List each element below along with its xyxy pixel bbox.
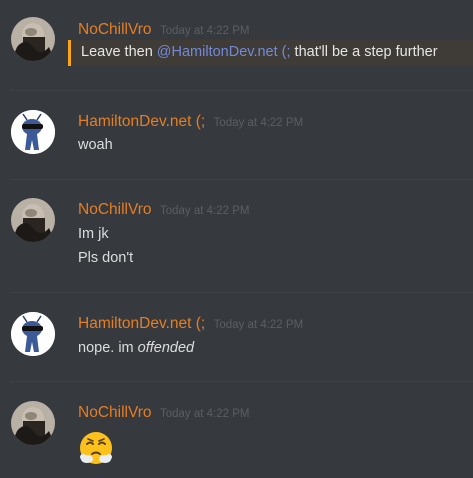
hamiltondev-avatar-image: [11, 312, 55, 356]
timestamp: Today at 4:22 PM: [159, 205, 250, 217]
message-text-before: Leave then: [81, 44, 157, 60]
message-text-plain: nope. im: [78, 340, 138, 356]
timestamp: Today at 4:22 PM: [213, 319, 304, 331]
chat-messages: NoChillVro Today at 4:22 PM Leave then @…: [0, 0, 473, 478]
mention-highlight: Leave then @HamiltonDev.net (; that'll b…: [68, 40, 473, 66]
message-text-italic: offended: [137, 340, 195, 356]
timestamp: Today at 4:22 PM: [213, 117, 304, 129]
face-with-steam-from-nose-emoji[interactable]: [78, 430, 114, 466]
avatar[interactable]: [11, 17, 55, 61]
message-text: Leave then @HamiltonDev.net (; that'll b…: [81, 44, 438, 60]
timestamp: Today at 4:22 PM: [159, 25, 250, 37]
message-text: Im jk: [78, 226, 109, 242]
nochillvro-avatar-image: [11, 17, 55, 61]
username[interactable]: NoChillVro: [78, 201, 152, 218]
nochillvro-avatar-image: [11, 401, 55, 445]
message-group: HamiltonDev.net (; Today at 4:22 PM woah: [0, 91, 473, 179]
message-text-after: that'll be a step further: [290, 44, 438, 60]
message-header: HamiltonDev.net (; Today at 4:22 PM: [78, 315, 303, 335]
message-group: NoChillVro Today at 4:22 PM: [0, 382, 473, 478]
message-text: woah: [78, 137, 113, 153]
message-header: HamiltonDev.net (; Today at 4:22 PM: [78, 113, 303, 133]
avatar[interactable]: [11, 312, 55, 356]
emoji-icon: [80, 432, 112, 464]
hamiltondev-avatar-image: [11, 110, 55, 154]
user-mention[interactable]: @HamiltonDev.net (;: [157, 44, 291, 60]
nochillvro-avatar-image: [11, 198, 55, 242]
username[interactable]: NoChillVro: [78, 21, 152, 38]
message-group: NoChillVro Today at 4:22 PM Leave then @…: [0, 0, 473, 90]
username[interactable]: HamiltonDev.net (;: [78, 315, 205, 332]
message-group: NoChillVro Today at 4:22 PM Im jk Pls do…: [0, 180, 473, 292]
message-header: NoChillVro Today at 4:22 PM: [78, 201, 249, 221]
message-header: NoChillVro Today at 4:22 PM: [78, 404, 249, 424]
avatar[interactable]: [11, 401, 55, 445]
avatar[interactable]: [11, 198, 55, 242]
message-text: nope. im offended: [78, 340, 194, 356]
avatar[interactable]: [11, 110, 55, 154]
message-text: Pls don't: [78, 250, 134, 266]
message-group: HamiltonDev.net (; Today at 4:22 PM nope…: [0, 293, 473, 381]
username[interactable]: HamiltonDev.net (;: [78, 113, 205, 130]
message-header: NoChillVro Today at 4:22 PM: [78, 21, 249, 41]
username[interactable]: NoChillVro: [78, 404, 152, 421]
timestamp: Today at 4:22 PM: [159, 408, 250, 420]
